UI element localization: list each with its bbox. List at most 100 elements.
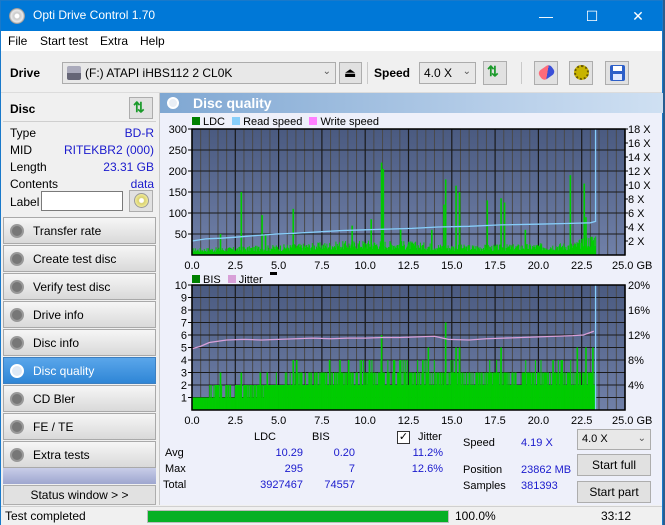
nav-create-test-disc[interactable]: Create test disc	[3, 245, 156, 272]
progress-fill	[148, 511, 448, 522]
y2-tick-label: 14 X	[628, 152, 651, 164]
erase-button[interactable]	[534, 61, 558, 85]
nav-transfer-rate[interactable]: Transfer rate	[3, 217, 156, 244]
eject-icon: ⏏	[344, 65, 357, 80]
y-tick-label: 150	[169, 187, 187, 199]
data-spike	[500, 347, 502, 410]
refresh-button[interactable]: ⇅	[483, 61, 507, 85]
avg-label: Avg	[165, 447, 184, 459]
y-tick-label: 300	[169, 124, 187, 136]
data-spike	[380, 162, 383, 255]
y2-tick-label: 4%	[628, 380, 644, 392]
elapsed-time: 33:12	[601, 509, 632, 523]
left-panel: Disc ⇅ Type BD-R MID RITEKBR2 (000) Length…	[1, 93, 158, 505]
minimize-button[interactable]: —	[523, 1, 569, 31]
status-window-button[interactable]: Status window > >	[3, 485, 156, 505]
app-disc-icon	[9, 8, 25, 24]
menu-extra[interactable]: Extra	[100, 34, 128, 48]
y2-tick-label: 12%	[628, 330, 650, 342]
chevron-down-icon: ⌄	[322, 66, 331, 77]
start-full-button[interactable]: Start full	[577, 454, 651, 476]
nav-cd-bler[interactable]: CD Bler	[3, 385, 156, 412]
y-tick-label: 5	[181, 343, 187, 355]
stats-col-ldc: LDC	[254, 431, 277, 443]
disc-label-key: Label	[10, 195, 40, 209]
disc-label-button[interactable]	[129, 190, 153, 212]
drive-select[interactable]: (F:) ATAPI iHBS112 2 CL0K ⌄	[62, 62, 336, 84]
disc-type: Type BD-R	[10, 126, 154, 140]
x-tick-label: 22.5	[571, 415, 592, 427]
speed-value: 4.0 X	[424, 66, 453, 80]
y-tick-label: 250	[169, 145, 187, 157]
settings-button[interactable]	[569, 61, 593, 85]
save-button[interactable]	[605, 61, 629, 85]
disc-refresh-button[interactable]: ⇅	[129, 97, 153, 119]
position-value: 23862 MB	[521, 464, 572, 476]
y-tick-label: 1	[181, 393, 187, 405]
disc-quality-icon	[167, 97, 179, 109]
total-bis: 74557	[324, 479, 355, 491]
y-tick-label: 7	[181, 318, 187, 330]
data-spike	[370, 219, 372, 255]
data-spike	[444, 322, 447, 410]
data-spike	[576, 347, 579, 410]
chevron-down-icon: ⌄	[462, 66, 471, 77]
jitter-checkbox[interactable]: ✓	[397, 431, 410, 444]
y-tick-label: 9	[181, 293, 187, 305]
total-ldc: 3927467	[260, 479, 303, 491]
data-spike	[219, 372, 222, 410]
create-disc-icon	[10, 252, 24, 266]
nav-extra-tests[interactable]: Extra tests	[3, 441, 156, 468]
nav-disc-info[interactable]: Disc info	[3, 329, 156, 356]
progress-text: 100.0%	[455, 509, 496, 523]
start-part-button[interactable]: Start part	[577, 481, 651, 503]
stats-col-bis: BIS	[312, 431, 330, 443]
maximize-button[interactable]: ☐	[569, 1, 615, 31]
avg-jitter: 11.2%	[412, 447, 443, 459]
x-tick-label: 17.5	[484, 260, 505, 272]
y2-tick-label: 18 X	[628, 124, 651, 136]
max-bis: 7	[348, 463, 355, 475]
panel-header: Disc quality	[160, 93, 663, 113]
fe-te-icon	[10, 420, 24, 434]
close-button[interactable]: ✕	[615, 1, 661, 31]
data-spike	[266, 372, 269, 410]
data-spike	[240, 372, 243, 410]
y-tick-label: 100	[169, 208, 187, 220]
refresh-icon: ⇅	[133, 99, 145, 115]
window-title: Opti Drive Control 1.70	[33, 8, 156, 22]
nav-disc-quality[interactable]: Disc quality	[3, 357, 156, 384]
cd-bler-icon	[10, 392, 24, 406]
bis-jitter-chart: 12345678910 4% 8% 12% 16% 20% 0.0 2.5 5.0 7.5 10.0…	[175, 280, 653, 427]
eject-button[interactable]: ⏏	[339, 62, 362, 84]
verify-disc-icon	[10, 280, 24, 294]
ldc-chart: 50 100 150 200 250 300 2 X 4 X 6 X 8 X 10 X 12 X 14 …	[169, 124, 653, 272]
speed-select[interactable]: 4.0 X ⌄	[419, 62, 476, 84]
speed-label: Speed	[374, 66, 411, 80]
speed-stat-label: Speed	[463, 437, 495, 449]
samples-label: Samples	[463, 480, 506, 492]
test-speed-select[interactable]: 4.0 X ⌄	[577, 429, 651, 450]
disc-quality-panel: Disc quality LDC Read speed Write speed …	[159, 93, 663, 505]
nav-drive-info[interactable]: Drive info	[3, 301, 156, 328]
total-label: Total	[163, 479, 187, 491]
x-tick-label: 0.0	[184, 415, 199, 427]
test-speed-value: 4.0 X	[582, 433, 608, 445]
y-tick-label: 6	[181, 330, 187, 342]
data-spike	[444, 179, 447, 255]
data-spike	[443, 204, 445, 255]
data-spike	[458, 347, 461, 410]
nav-fe-te[interactable]: FE / TE	[3, 413, 156, 440]
x-tick-label: 10.0	[354, 415, 375, 427]
menu-file[interactable]: File	[8, 34, 27, 48]
data-spike	[585, 347, 587, 410]
nav-filler	[3, 468, 156, 484]
max-jitter: 12.6%	[411, 463, 443, 475]
menu-help[interactable]: Help	[140, 34, 165, 48]
toolbar-separator	[367, 62, 368, 84]
nav-verify-test-disc[interactable]: Verify test disc	[3, 273, 156, 300]
menu-start-test[interactable]: Start test	[40, 34, 88, 48]
settings-icon	[574, 65, 589, 80]
disc-label-input[interactable]	[41, 191, 123, 211]
data-spike	[583, 183, 586, 255]
